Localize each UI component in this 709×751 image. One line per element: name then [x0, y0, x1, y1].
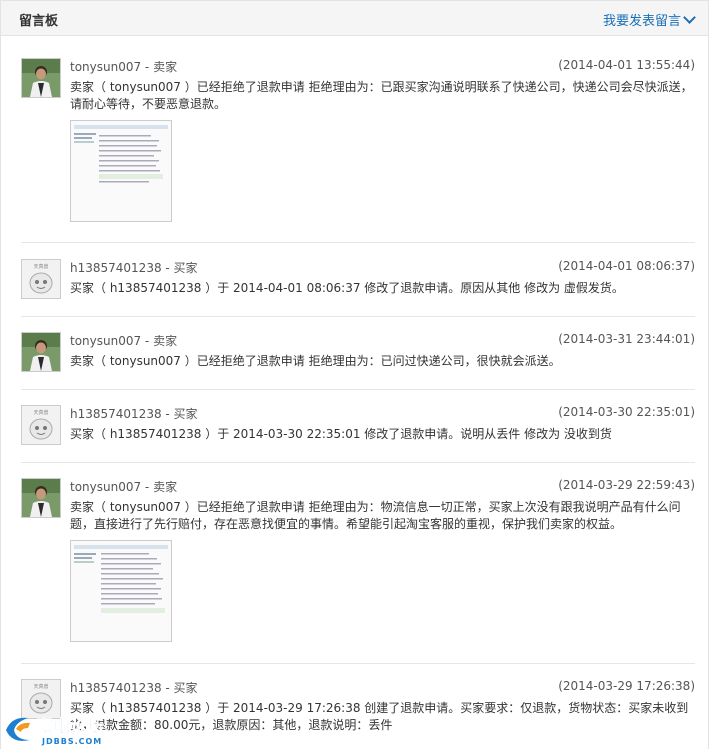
divider [21, 389, 695, 390]
avatar-label: 天真兽 [33, 683, 48, 690]
avatar-buyer[interactable]: 天真兽 [21, 259, 61, 299]
avatar-seller[interactable] [21, 332, 61, 372]
attachment-thumbnail[interactable] [70, 540, 172, 642]
site-watermark-logo: 家电论坛 JDBBS.COM [2, 710, 128, 748]
message-author: tonysun007 - 卖家 [70, 480, 178, 494]
message-text: 卖家（ tonysun007 ）已经拒绝了退款申请 拒绝理由为：已跟买家沟通说明… [70, 80, 693, 111]
divider [21, 462, 695, 463]
avatar-label: 天真兽 [33, 409, 48, 416]
message-time: (2014-04-01 13:55:44) [558, 58, 695, 72]
board-header: 留言板 我要发表留言 [1, 1, 708, 36]
message-time: (2014-03-30 22:35:01) [558, 405, 695, 419]
avatar-buyer[interactable]: 天真兽 [21, 405, 61, 445]
message-board: 留言板 我要发表留言 tonysun007 - 卖家 (2014-04-01 1… [0, 0, 709, 749]
message-text: 卖家（ tonysun007 ）已经拒绝了退款申请 拒绝理由为：物流信息一切正常… [70, 500, 681, 531]
message-time: (2014-03-31 23:44:01) [558, 332, 695, 346]
message-author: h13857401238 - 买家 [70, 681, 198, 695]
divider [21, 242, 695, 243]
post-message-button[interactable]: 我要发表留言 [602, 10, 696, 29]
attachment-thumbnail[interactable] [70, 120, 172, 222]
avatar-label: 天真兽 [33, 263, 48, 270]
message-text: 卖家（ tonysun007 ）已经拒绝了退款申请 拒绝理由为：已问过快递公司，… [70, 354, 561, 368]
message-author: tonysun007 - 卖家 [70, 60, 178, 74]
message-text: 买家（ h13857401238 ）于 2014-03-29 17:26:38 … [70, 701, 689, 732]
message-author: h13857401238 - 买家 [70, 407, 198, 421]
chevron-down-icon [683, 11, 696, 24]
avatar-seller[interactable] [21, 58, 61, 98]
message-text: 买家（ h13857401238 ）于 2014-03-30 22:35:01 … [70, 427, 612, 441]
post-message-label: 我要发表留言 [602, 14, 681, 29]
board-title: 留言板 [19, 14, 59, 29]
watermark-name: 家电论坛 [36, 716, 104, 737]
message-text: 买家（ h13857401238 ）于 2014-04-01 08:06:37 … [70, 281, 624, 295]
divider [21, 663, 695, 664]
divider [21, 316, 695, 317]
avatar-seller[interactable] [21, 478, 61, 518]
message-time: (2014-04-01 08:06:37) [558, 259, 695, 273]
message-time: (2014-03-29 22:59:43) [558, 478, 695, 492]
message-author: h13857401238 - 买家 [70, 261, 198, 275]
message-author: tonysun007 - 卖家 [70, 334, 178, 348]
message-time: (2014-03-29 17:26:38) [558, 679, 695, 693]
watermark-domain: JDBBS.COM [41, 737, 102, 746]
